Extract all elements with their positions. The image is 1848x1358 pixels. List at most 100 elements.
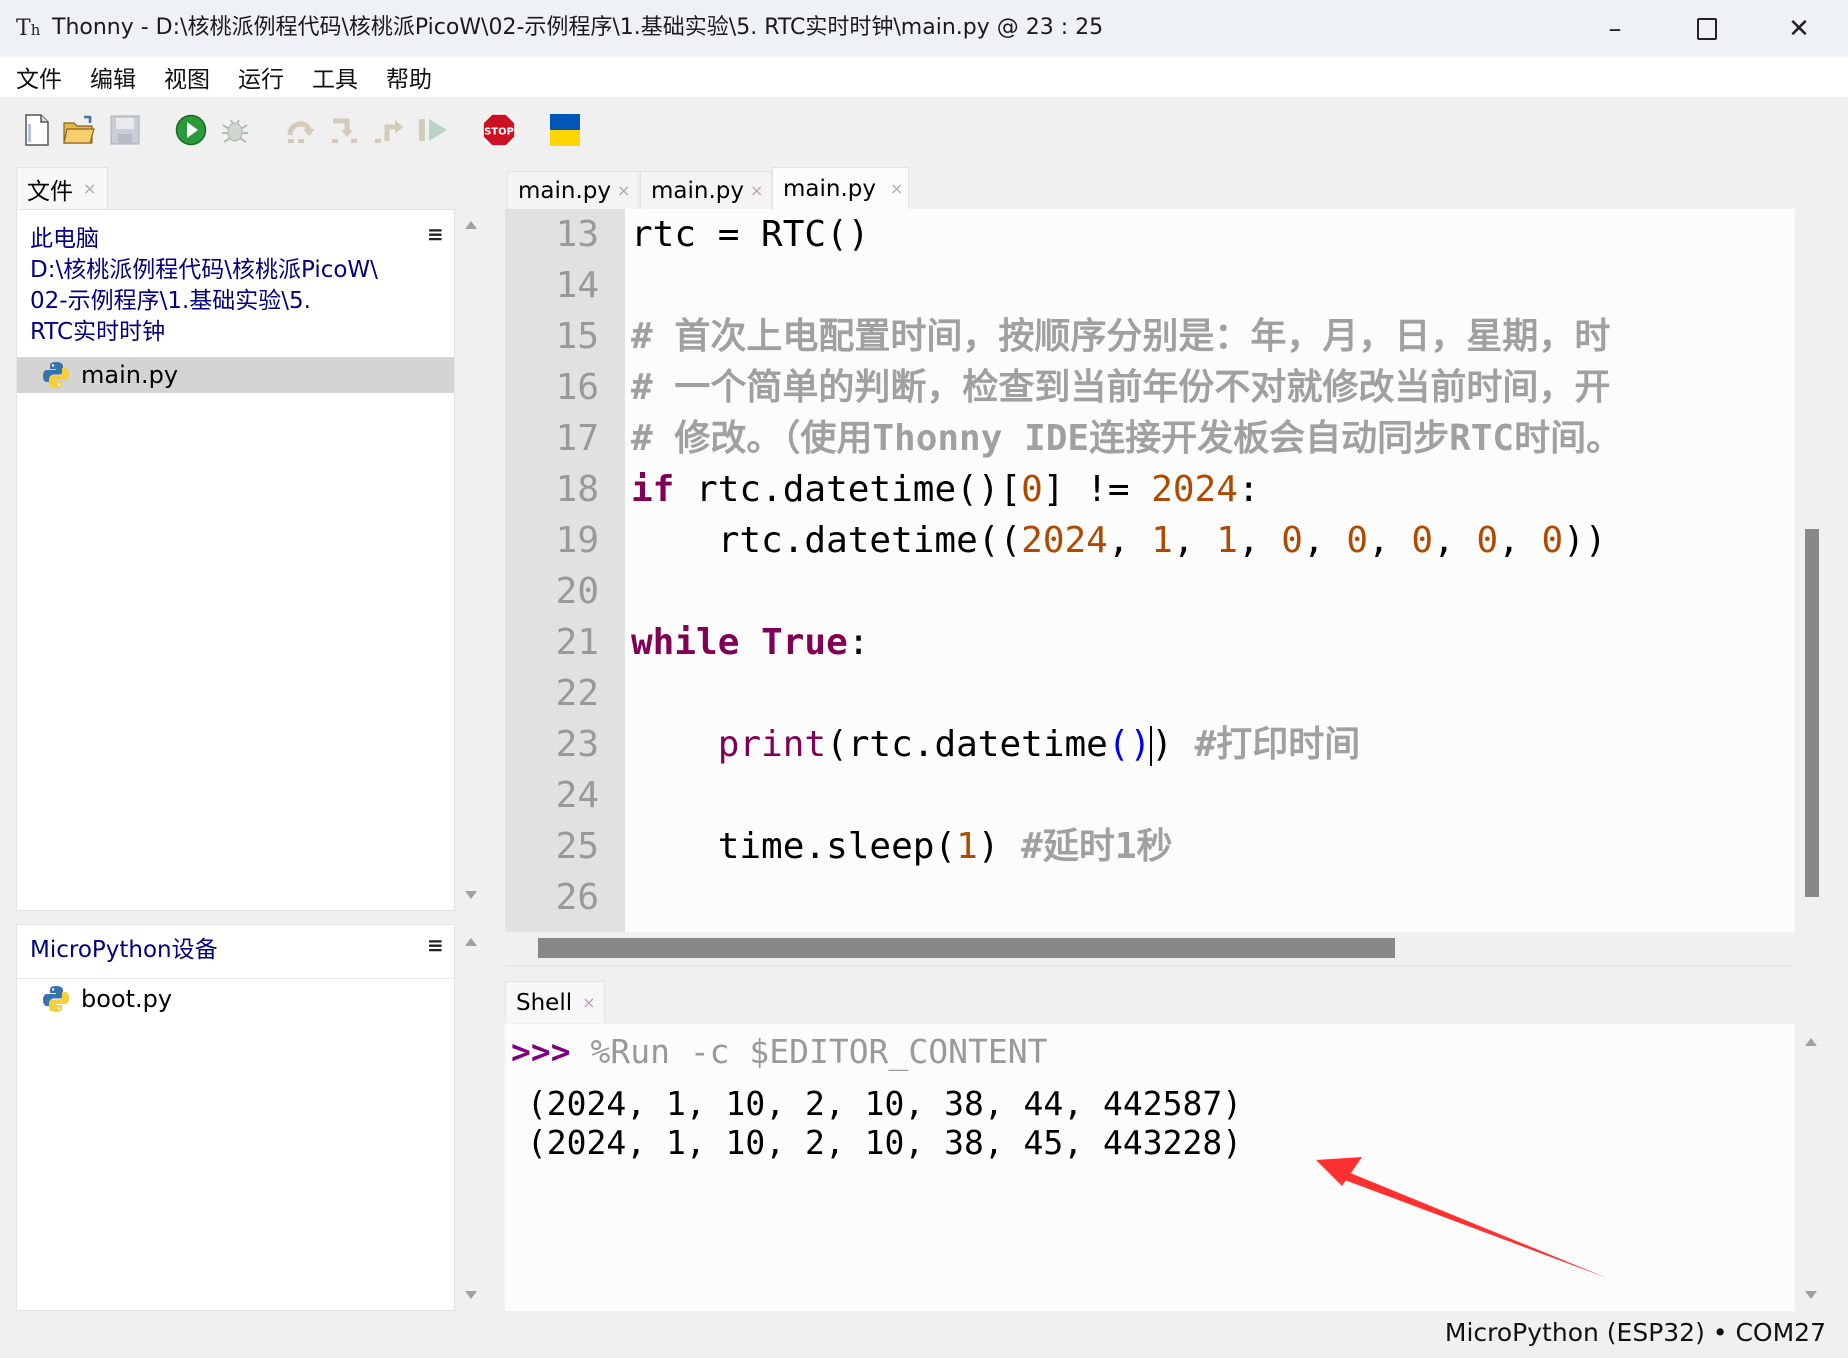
editor-horizontal-scrollbar[interactable] bbox=[505, 932, 1795, 966]
step-over-button[interactable] bbox=[284, 113, 318, 147]
code-keyword: if bbox=[631, 469, 675, 510]
code-line[interactable]: time.sleep(1) #延时1秒 bbox=[631, 821, 1173, 872]
editor-horizontal-scroll-thumb[interactable] bbox=[538, 938, 1395, 958]
file-item-main-py[interactable]: main.py bbox=[17, 357, 454, 393]
code-line[interactable]: print(rtc.datetime()) #打印时间 bbox=[631, 719, 1360, 770]
code-line[interactable]: rtc.datetime((2024, 1, 1, 0, 0, 0, 0, 0)… bbox=[631, 515, 1607, 566]
path-line-2[interactable]: 02-示例程序\1.基础实验\5. bbox=[30, 286, 311, 317]
menu-run[interactable]: 运行 bbox=[238, 60, 284, 94]
code-token: )) bbox=[1563, 520, 1607, 561]
shell-console[interactable]: >>> %Run -c $EDITOR_CONTENT (2024, 1, 10… bbox=[505, 1024, 1795, 1311]
device-header[interactable]: MicroPython设备 bbox=[30, 935, 218, 966]
shell-scrollbar[interactable] bbox=[1795, 1024, 1827, 1311]
maximize-button[interactable] bbox=[1680, 10, 1734, 48]
code-token: rtc.datetime()[ bbox=[674, 469, 1022, 510]
resume-button[interactable] bbox=[416, 113, 450, 147]
tab-close-icon[interactable]: × bbox=[617, 181, 630, 200]
code-token: (rtc.datetime bbox=[826, 724, 1108, 765]
code-token: rtc = RTC() bbox=[631, 214, 870, 255]
line-number: 24 bbox=[555, 775, 599, 816]
local-files-scrollbar[interactable] bbox=[456, 209, 486, 911]
maximize-icon bbox=[1697, 18, 1717, 40]
stop-button[interactable]: STOP bbox=[482, 113, 516, 147]
scroll-up-icon[interactable] bbox=[465, 221, 477, 229]
svg-text:STOP: STOP bbox=[484, 127, 514, 138]
file-item-boot-py[interactable]: boot.py bbox=[17, 981, 454, 1017]
scroll-down-icon[interactable] bbox=[465, 1291, 477, 1299]
code-number: 0 bbox=[1476, 520, 1499, 561]
shell-tab[interactable]: Shell × bbox=[505, 981, 605, 1023]
close-icon: ✕ bbox=[1788, 14, 1810, 44]
code-token: , bbox=[1433, 520, 1477, 561]
code-number: 0 bbox=[1411, 520, 1434, 561]
scroll-down-icon[interactable] bbox=[1805, 1291, 1817, 1299]
scroll-down-icon[interactable] bbox=[465, 891, 477, 899]
minimize-icon: – bbox=[1608, 14, 1622, 44]
run-button[interactable] bbox=[174, 113, 208, 147]
menu-file[interactable]: 文件 bbox=[16, 60, 62, 94]
menu-bar: 文件 编辑 视图 运行 工具 帮助 bbox=[0, 57, 1848, 97]
line-number: 13 bbox=[555, 214, 599, 255]
code-line[interactable]: # 修改。（使用Thonny IDE连接开发板会自动同步RTC时间。 bbox=[631, 413, 1622, 464]
path-line-3[interactable]: RTC实时时钟 bbox=[30, 317, 165, 348]
run-play-icon bbox=[175, 114, 207, 146]
this-pc-label[interactable]: 此电脑 bbox=[30, 224, 99, 255]
save-file-button[interactable] bbox=[108, 113, 142, 147]
close-button[interactable]: ✕ bbox=[1772, 10, 1826, 48]
menu-tools[interactable]: 工具 bbox=[312, 60, 358, 94]
editor-tab-3-active[interactable]: main.py × bbox=[772, 167, 909, 209]
line-number: 22 bbox=[555, 673, 599, 714]
code-number: 2024 bbox=[1021, 520, 1108, 561]
code-token: , bbox=[1368, 520, 1412, 561]
files-panel-tab[interactable]: 文件 × bbox=[16, 167, 108, 209]
minimize-button[interactable]: – bbox=[1588, 10, 1642, 48]
code-line[interactable]: if rtc.datetime()[0] != 2024: bbox=[631, 464, 1260, 515]
menu-view[interactable]: 视图 bbox=[164, 60, 210, 94]
new-file-button[interactable] bbox=[20, 113, 54, 147]
resume-icon bbox=[419, 119, 447, 141]
code-line[interactable]: # 首次上电配置时间，按顺序分别是：年，月，日，星期，时 bbox=[631, 311, 1610, 362]
code-token: , bbox=[1172, 520, 1217, 561]
code-line[interactable]: # 一个简单的判断，检查到当前年份不对就修改当前时间，开 bbox=[631, 362, 1610, 413]
step-into-button[interactable] bbox=[328, 113, 362, 147]
code-editor[interactable]: 13 14 15 16 17 18 19 20 21 22 23 24 25 26 rtc = RTC()… bbox=[505, 209, 1795, 932]
code-number: 0 bbox=[1281, 520, 1303, 561]
path-line-1[interactable]: D:\核桃派例程代码\核桃派PicoW\ bbox=[30, 255, 378, 286]
support-ukraine-button[interactable] bbox=[548, 113, 582, 147]
local-files-menu-icon[interactable]: ≡ bbox=[427, 222, 444, 246]
editor-tab-1[interactable]: main.py × bbox=[507, 171, 639, 209]
tab-close-icon[interactable]: × bbox=[750, 181, 763, 200]
tab-close-icon[interactable]: × bbox=[890, 179, 903, 198]
code-number: 0 bbox=[1021, 469, 1043, 510]
scroll-up-icon[interactable] bbox=[465, 938, 477, 946]
files-tab-close-icon[interactable]: × bbox=[83, 179, 96, 198]
device-files-scrollbar[interactable] bbox=[456, 924, 486, 1311]
code-token: ) bbox=[1151, 724, 1195, 765]
step-out-button[interactable] bbox=[372, 113, 406, 147]
shell-tab-close-icon[interactable]: × bbox=[582, 993, 595, 1012]
code-line[interactable]: rtc = RTC() bbox=[631, 209, 869, 260]
scroll-up-icon[interactable] bbox=[1805, 1038, 1817, 1046]
line-number: 26 bbox=[555, 877, 599, 918]
code-token: , bbox=[1107, 520, 1152, 561]
code-line[interactable]: while True: bbox=[631, 617, 869, 668]
code-token: time.sleep( bbox=[631, 826, 957, 867]
debug-button[interactable] bbox=[218, 113, 252, 147]
toolbar: STOP bbox=[0, 97, 1848, 165]
window-title: Thonny - D:\核桃派例程代码\核桃派PicoW\02-示例程序\1.基… bbox=[52, 15, 1104, 40]
code-keyword: True bbox=[761, 622, 848, 663]
editor-vertical-scrollbar[interactable] bbox=[1795, 209, 1827, 932]
menu-edit[interactable]: 编辑 bbox=[90, 60, 136, 94]
interpreter-status[interactable]: MicroPython (ESP32) • COM27 bbox=[1445, 1318, 1826, 1347]
open-file-button[interactable] bbox=[62, 113, 96, 147]
code-keyword: while bbox=[631, 622, 740, 663]
device-files-tree: MicroPython设备 ≡ boot.py bbox=[16, 924, 455, 1311]
menu-help[interactable]: 帮助 bbox=[386, 60, 432, 94]
code-comment: #打印时间 bbox=[1194, 724, 1361, 765]
device-files-menu-icon[interactable]: ≡ bbox=[427, 933, 444, 957]
editor-vertical-scroll-thumb[interactable] bbox=[1805, 529, 1819, 897]
line-number: 19 bbox=[555, 520, 599, 561]
editor-tab-2[interactable]: main.py × bbox=[640, 171, 772, 209]
shell-prompt: >>> bbox=[511, 1032, 571, 1071]
